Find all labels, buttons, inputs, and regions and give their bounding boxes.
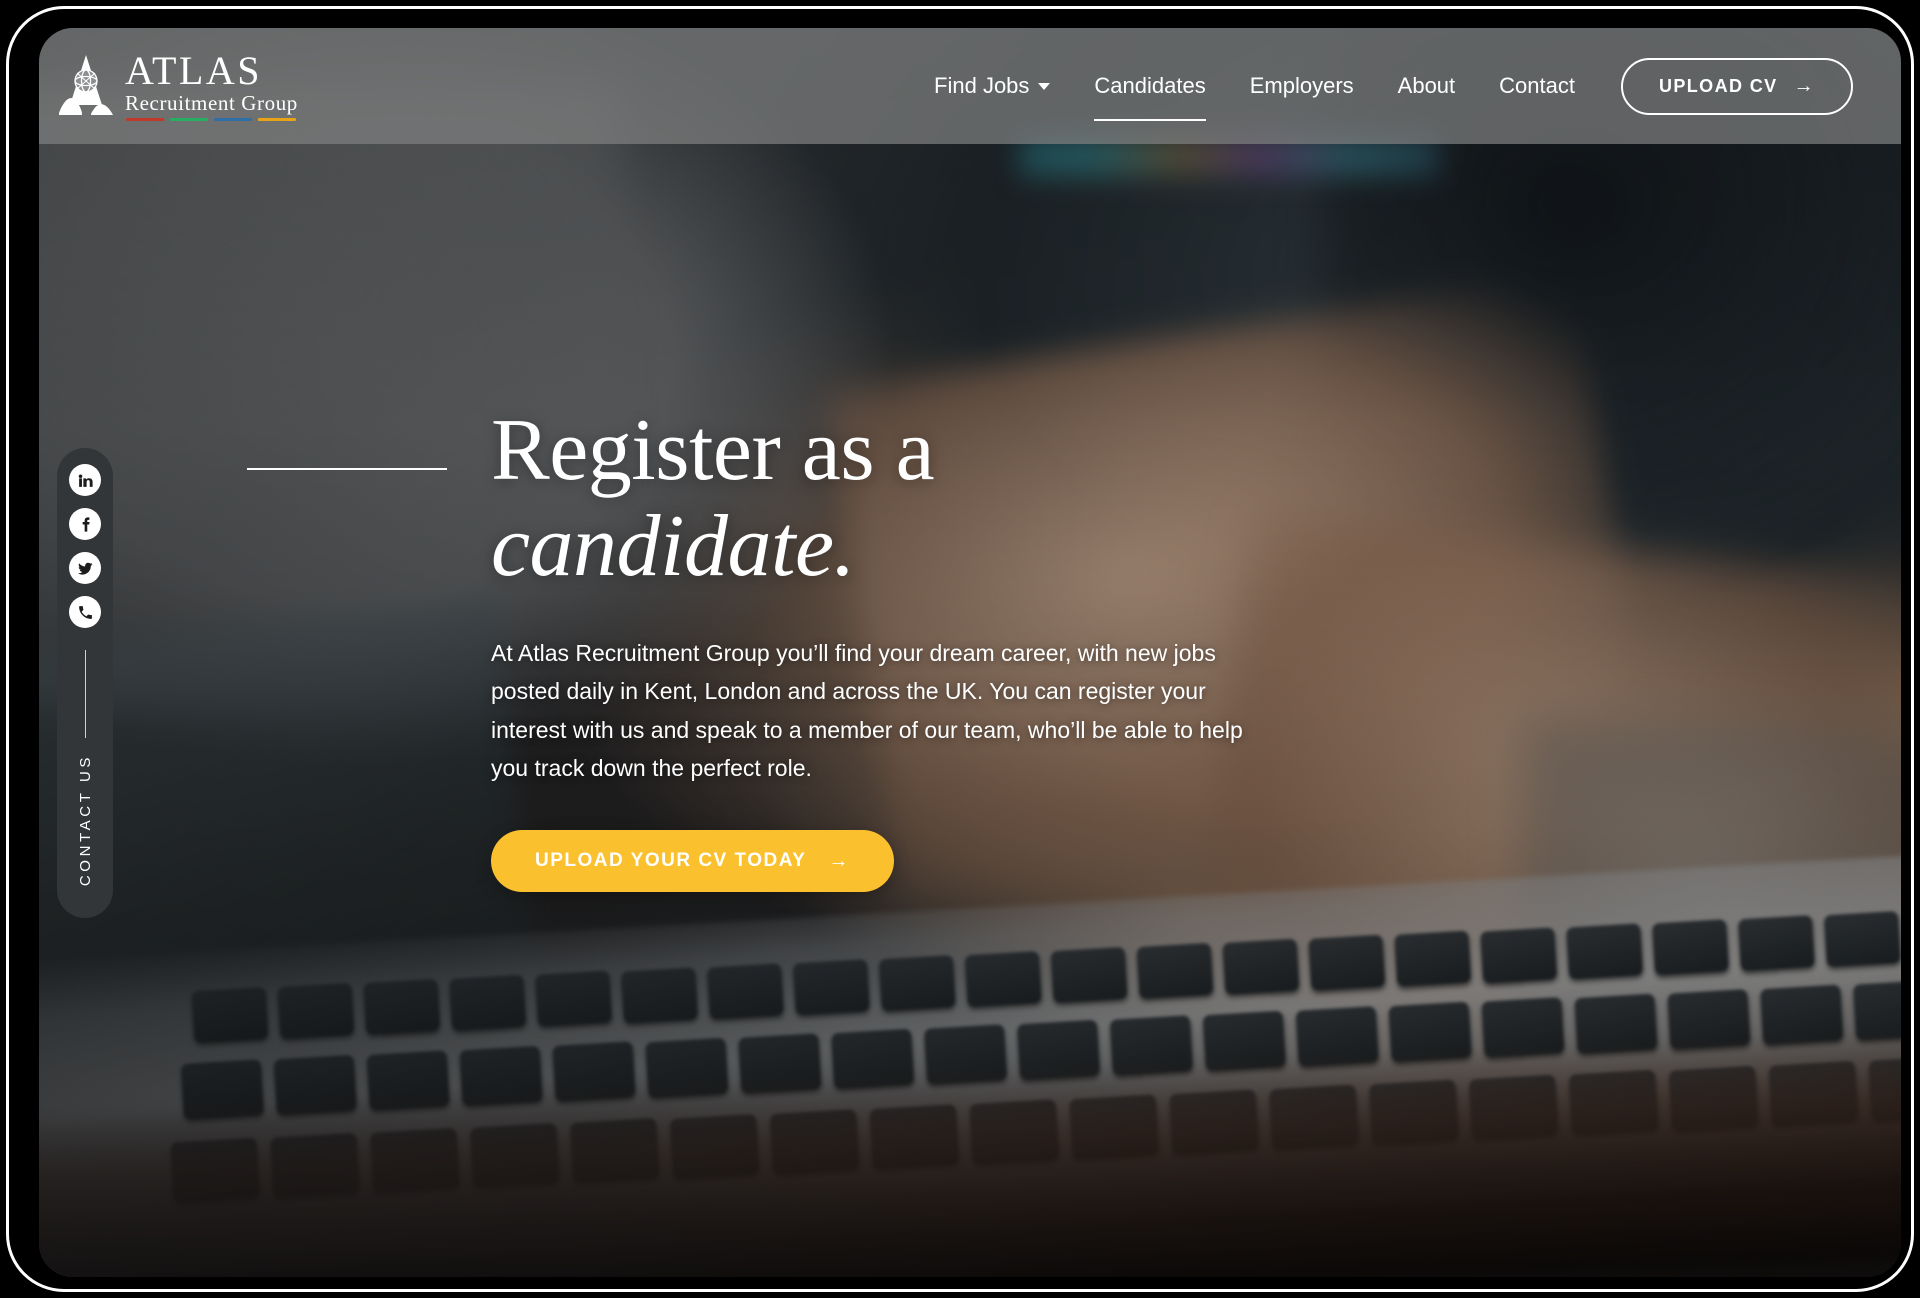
page-title: Register as a candidate. [491, 406, 1311, 592]
nav-label: About [1397, 73, 1456, 98]
brand-logo[interactable]: ATLAS Recruitment Group [57, 51, 298, 121]
social-link-twitter[interactable] [69, 552, 101, 584]
brand-accent-bars [126, 118, 298, 121]
arrow-right-icon: → [1793, 75, 1815, 97]
upload-cv-label: UPLOAD CV [1658, 75, 1778, 96]
social-link-linkedin[interactable] [69, 464, 101, 496]
brand-name-primary: ATLAS [125, 48, 262, 93]
nav-label: Contact [1499, 73, 1575, 98]
upload-cv-button[interactable]: UPLOAD CV → [1620, 57, 1853, 115]
hero-title-line-2: candidate. [491, 497, 856, 595]
nav-item-candidates[interactable]: Candidates [1072, 63, 1227, 121]
social-link-phone[interactable] [69, 596, 101, 628]
cta-label: UPLOAD YOUR CV TODAY [535, 850, 807, 871]
contact-us-label[interactable]: CONTACT US [77, 754, 94, 886]
accent-bar-green [170, 118, 208, 121]
linkedin-icon [78, 473, 93, 487]
hero-accent-rule [247, 468, 447, 470]
browser-device-frame: ATLAS Recruitment Group Find Jobs Candid… [6, 6, 1914, 1292]
nav-item-about[interactable]: About [1376, 63, 1478, 109]
hero-section: Register as a candidate. At Atlas Recrui… [247, 406, 1311, 892]
brand-name-secondary: Recruitment Group [125, 91, 298, 115]
rail-divider-line [84, 650, 86, 738]
nav-label: Find Jobs [934, 73, 1030, 98]
chevron-down-icon [1038, 82, 1051, 90]
arrow-right-icon: → [828, 850, 850, 872]
nav-label: Candidates [1094, 73, 1206, 98]
accent-bar-red [126, 118, 164, 121]
facebook-icon [82, 516, 90, 532]
nav-item-contact[interactable]: Contact [1477, 63, 1597, 109]
atlas-globe-icon [59, 55, 113, 115]
upload-your-cv-today-button[interactable]: UPLOAD YOUR CV TODAY → [491, 830, 894, 892]
nav-label: Employers [1249, 73, 1354, 98]
accent-bar-yellow [258, 118, 296, 121]
twitter-icon [77, 562, 93, 575]
primary-navigation: Find Jobs Candidates Employers About Con… [912, 57, 1901, 121]
accent-bar-blue [214, 118, 252, 121]
social-link-facebook[interactable] [69, 508, 101, 540]
hero-description: At Atlas Recruitment Group you’ll find y… [491, 639, 1243, 782]
nav-item-employers[interactable]: Employers [1228, 63, 1376, 109]
site-header: ATLAS Recruitment Group Find Jobs Candid… [39, 28, 1901, 144]
social-contact-rail: CONTACT US [57, 448, 113, 918]
phone-icon [78, 605, 92, 619]
hero-title-line-1: Register as a [491, 402, 935, 499]
nav-item-find-jobs[interactable]: Find Jobs [912, 63, 1072, 109]
page-viewport: ATLAS Recruitment Group Find Jobs Candid… [39, 28, 1901, 1277]
